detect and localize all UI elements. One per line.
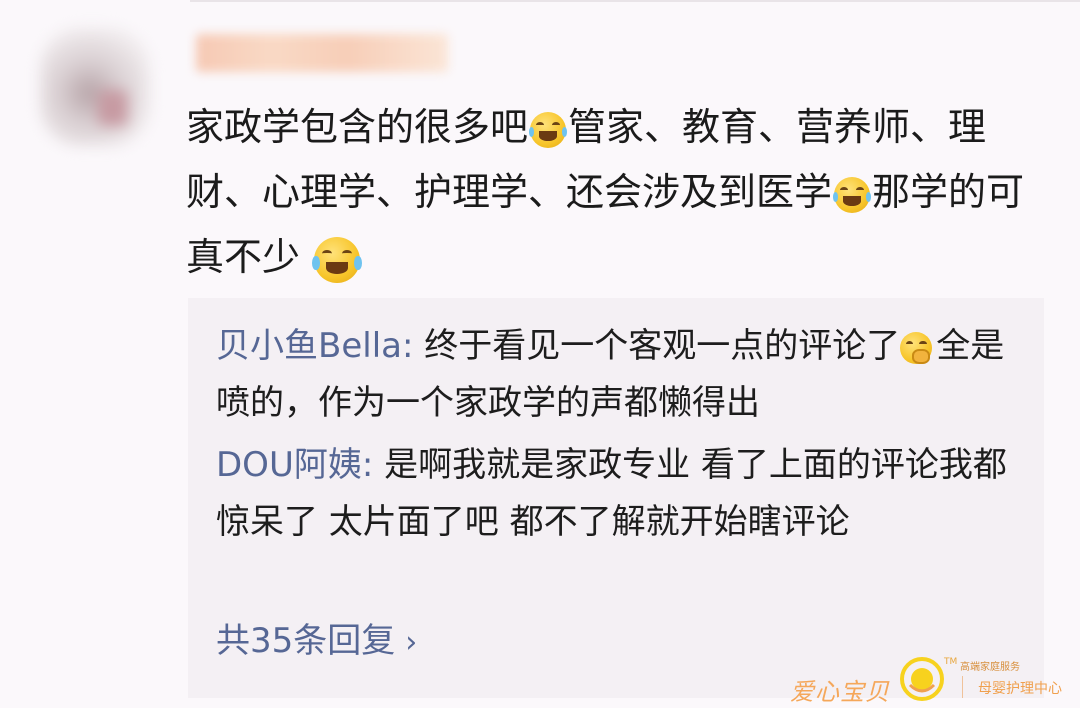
watermark-brand: 爱心宝贝 <box>790 678 890 706</box>
comment-text-part-1: 家政学包含的很多吧 <box>186 105 529 149</box>
reply-text: 终于看见一个客观一点的评论了 <box>424 326 901 366</box>
reply-item: 贝小鱼Bella: 终于看见一个客观一点的评论了 全是喷的，作为一个家政学的声都懒… <box>216 318 1016 432</box>
crying-laughing-icon <box>832 176 872 213</box>
reply-separator: : <box>361 445 385 485</box>
crying-laughing-icon <box>528 111 568 148</box>
reply-author-link[interactable]: 贝小鱼Bella <box>216 326 402 366</box>
tears-of-joy-icon <box>312 236 362 283</box>
watermark-divider <box>962 676 963 698</box>
shushing-icon <box>900 331 933 365</box>
reply-item: DOU阿姨: 是啊我就是家政专业 看了上面的评论我都惊呆了 太片面了吧 都不了解… <box>216 437 1016 551</box>
comment-text: 家政学包含的很多吧 管家、教育、营养师、理财、心理学、护理学、还会涉及到医学 那学的… <box>186 95 1026 290</box>
view-all-replies-link[interactable]: 共35条回复 › <box>216 616 417 668</box>
reply-separator: : <box>401 326 425 366</box>
watermark-tm: TM <box>944 657 958 667</box>
reply-author-link[interactable]: DOU阿姨 <box>216 445 362 485</box>
sun-logo-icon <box>900 657 944 701</box>
view-all-replies-label: 共35条回复 <box>216 621 396 661</box>
avatar[interactable] <box>40 28 150 146</box>
watermark-subtitle: 母婴护理中心 <box>978 681 1062 697</box>
chevron-right-icon: › <box>405 625 418 660</box>
top-divider <box>190 0 1080 2</box>
replies-panel: 贝小鱼Bella: 终于看见一个客观一点的评论了 全是喷的，作为一个家政学的声都懒… <box>188 298 1044 698</box>
username-blurred[interactable] <box>196 34 448 72</box>
watermark-tagline: 高端家庭服务 <box>960 662 1020 673</box>
